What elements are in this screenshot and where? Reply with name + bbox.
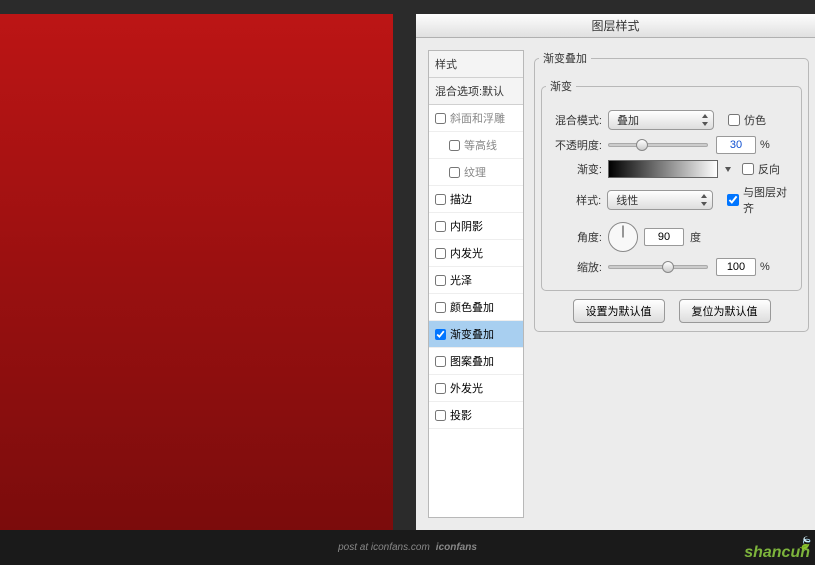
style-item-label: 图案叠加 <box>450 353 494 369</box>
align-input[interactable] <box>727 194 739 206</box>
layer-style-dialog: 图层样式 样式 混合选项:默认 斜面和浮雕等高线纹理描边内阴影内发光光泽颜色叠加… <box>416 14 815 530</box>
inner-legend: 渐变 <box>546 78 576 94</box>
style-item-8[interactable]: 渐变叠加 <box>429 321 523 348</box>
scale-unit: % <box>760 261 770 273</box>
style-checkbox[interactable] <box>435 221 446 232</box>
blend-mode-label: 混合模式: <box>546 112 602 128</box>
style-checkbox[interactable] <box>435 194 446 205</box>
blend-options-default[interactable]: 混合选项:默认 <box>429 78 523 105</box>
footer: post at iconfans.com iconfans <box>0 530 815 565</box>
gradient-inner-group: 渐变 混合模式: 叠加 仿色 不透明度: % <box>541 78 802 291</box>
style-item-label: 颜色叠加 <box>450 299 494 315</box>
style-select[interactable]: 线性 <box>607 190 713 210</box>
angle-label: 角度: <box>546 229 602 245</box>
style-item-5[interactable]: 内发光 <box>429 240 523 267</box>
angle-input[interactable] <box>644 228 684 246</box>
scale-label: 缩放: <box>546 259 602 275</box>
footer-brand: iconfans <box>436 542 477 553</box>
style-item-10[interactable]: 外发光 <box>429 375 523 402</box>
reverse-input[interactable] <box>742 163 754 175</box>
style-item-1[interactable]: 等高线 <box>429 132 523 159</box>
style-item-label: 投影 <box>450 407 472 423</box>
style-item-9[interactable]: 图案叠加 <box>429 348 523 375</box>
style-checkbox[interactable] <box>435 356 446 367</box>
footer-text: post at iconfans.com <box>338 542 430 553</box>
align-checkbox[interactable]: 与图层对齐 <box>727 184 797 216</box>
styles-list: 样式 混合选项:默认 斜面和浮雕等高线纹理描边内阴影内发光光泽颜色叠加渐变叠加图… <box>428 50 524 518</box>
watermark: shancun <box>744 544 810 562</box>
style-item-4[interactable]: 内阴影 <box>429 213 523 240</box>
style-checkbox[interactable] <box>435 383 446 394</box>
style-checkbox[interactable] <box>435 302 446 313</box>
opacity-unit: % <box>760 139 770 151</box>
style-checkbox[interactable] <box>435 248 446 259</box>
style-item-label: 外发光 <box>450 380 483 396</box>
style-checkbox[interactable] <box>435 113 446 124</box>
style-item-7[interactable]: 颜色叠加 <box>429 294 523 321</box>
style-checkbox[interactable] <box>435 275 446 286</box>
style-item-label: 等高线 <box>464 137 497 153</box>
opacity-input[interactable] <box>716 136 756 154</box>
opacity-slider[interactable] <box>608 138 708 152</box>
scale-input[interactable] <box>716 258 756 276</box>
canvas-preview <box>0 14 393 530</box>
scale-slider[interactable] <box>608 260 708 274</box>
style-item-11[interactable]: 投影 <box>429 402 523 429</box>
opacity-label: 不透明度: <box>546 137 602 153</box>
style-label: 样式: <box>546 192 601 208</box>
blend-mode-select[interactable]: 叠加 <box>608 110 714 130</box>
dither-input[interactable] <box>728 114 740 126</box>
style-item-6[interactable]: 光泽 <box>429 267 523 294</box>
style-item-0[interactable]: 斜面和浮雕 <box>429 105 523 132</box>
reset-default-button[interactable]: 复位为默认值 <box>679 299 771 323</box>
gradient-overlay-group: 渐变叠加 渐变 混合模式: 叠加 仿色 不透明度: % <box>534 50 809 332</box>
reverse-checkbox[interactable]: 反向 <box>742 161 780 177</box>
style-checkbox[interactable] <box>449 140 460 151</box>
style-checkbox[interactable] <box>435 329 446 340</box>
angle-dial[interactable] <box>608 222 638 252</box>
style-checkbox[interactable] <box>449 167 460 178</box>
style-item-3[interactable]: 描边 <box>429 186 523 213</box>
style-item-label: 内阴影 <box>450 218 483 234</box>
style-item-label: 斜面和浮雕 <box>450 110 505 126</box>
style-item-label: 纹理 <box>464 164 486 180</box>
style-item-label: 描边 <box>450 191 472 207</box>
style-item-label: 光泽 <box>450 272 472 288</box>
group-legend: 渐变叠加 <box>539 50 591 66</box>
styles-header[interactable]: 样式 <box>429 51 523 78</box>
dither-checkbox[interactable]: 仿色 <box>728 112 766 128</box>
style-item-label: 内发光 <box>450 245 483 261</box>
angle-unit: 度 <box>690 229 701 245</box>
style-checkbox[interactable] <box>435 410 446 421</box>
gradient-swatch[interactable] <box>608 160 718 178</box>
gradient-label: 渐变: <box>546 161 602 177</box>
style-item-label: 渐变叠加 <box>450 326 494 342</box>
style-item-2[interactable]: 纹理 <box>429 159 523 186</box>
dialog-title: 图层样式 <box>416 14 815 38</box>
make-default-button[interactable]: 设置为默认值 <box>573 299 665 323</box>
